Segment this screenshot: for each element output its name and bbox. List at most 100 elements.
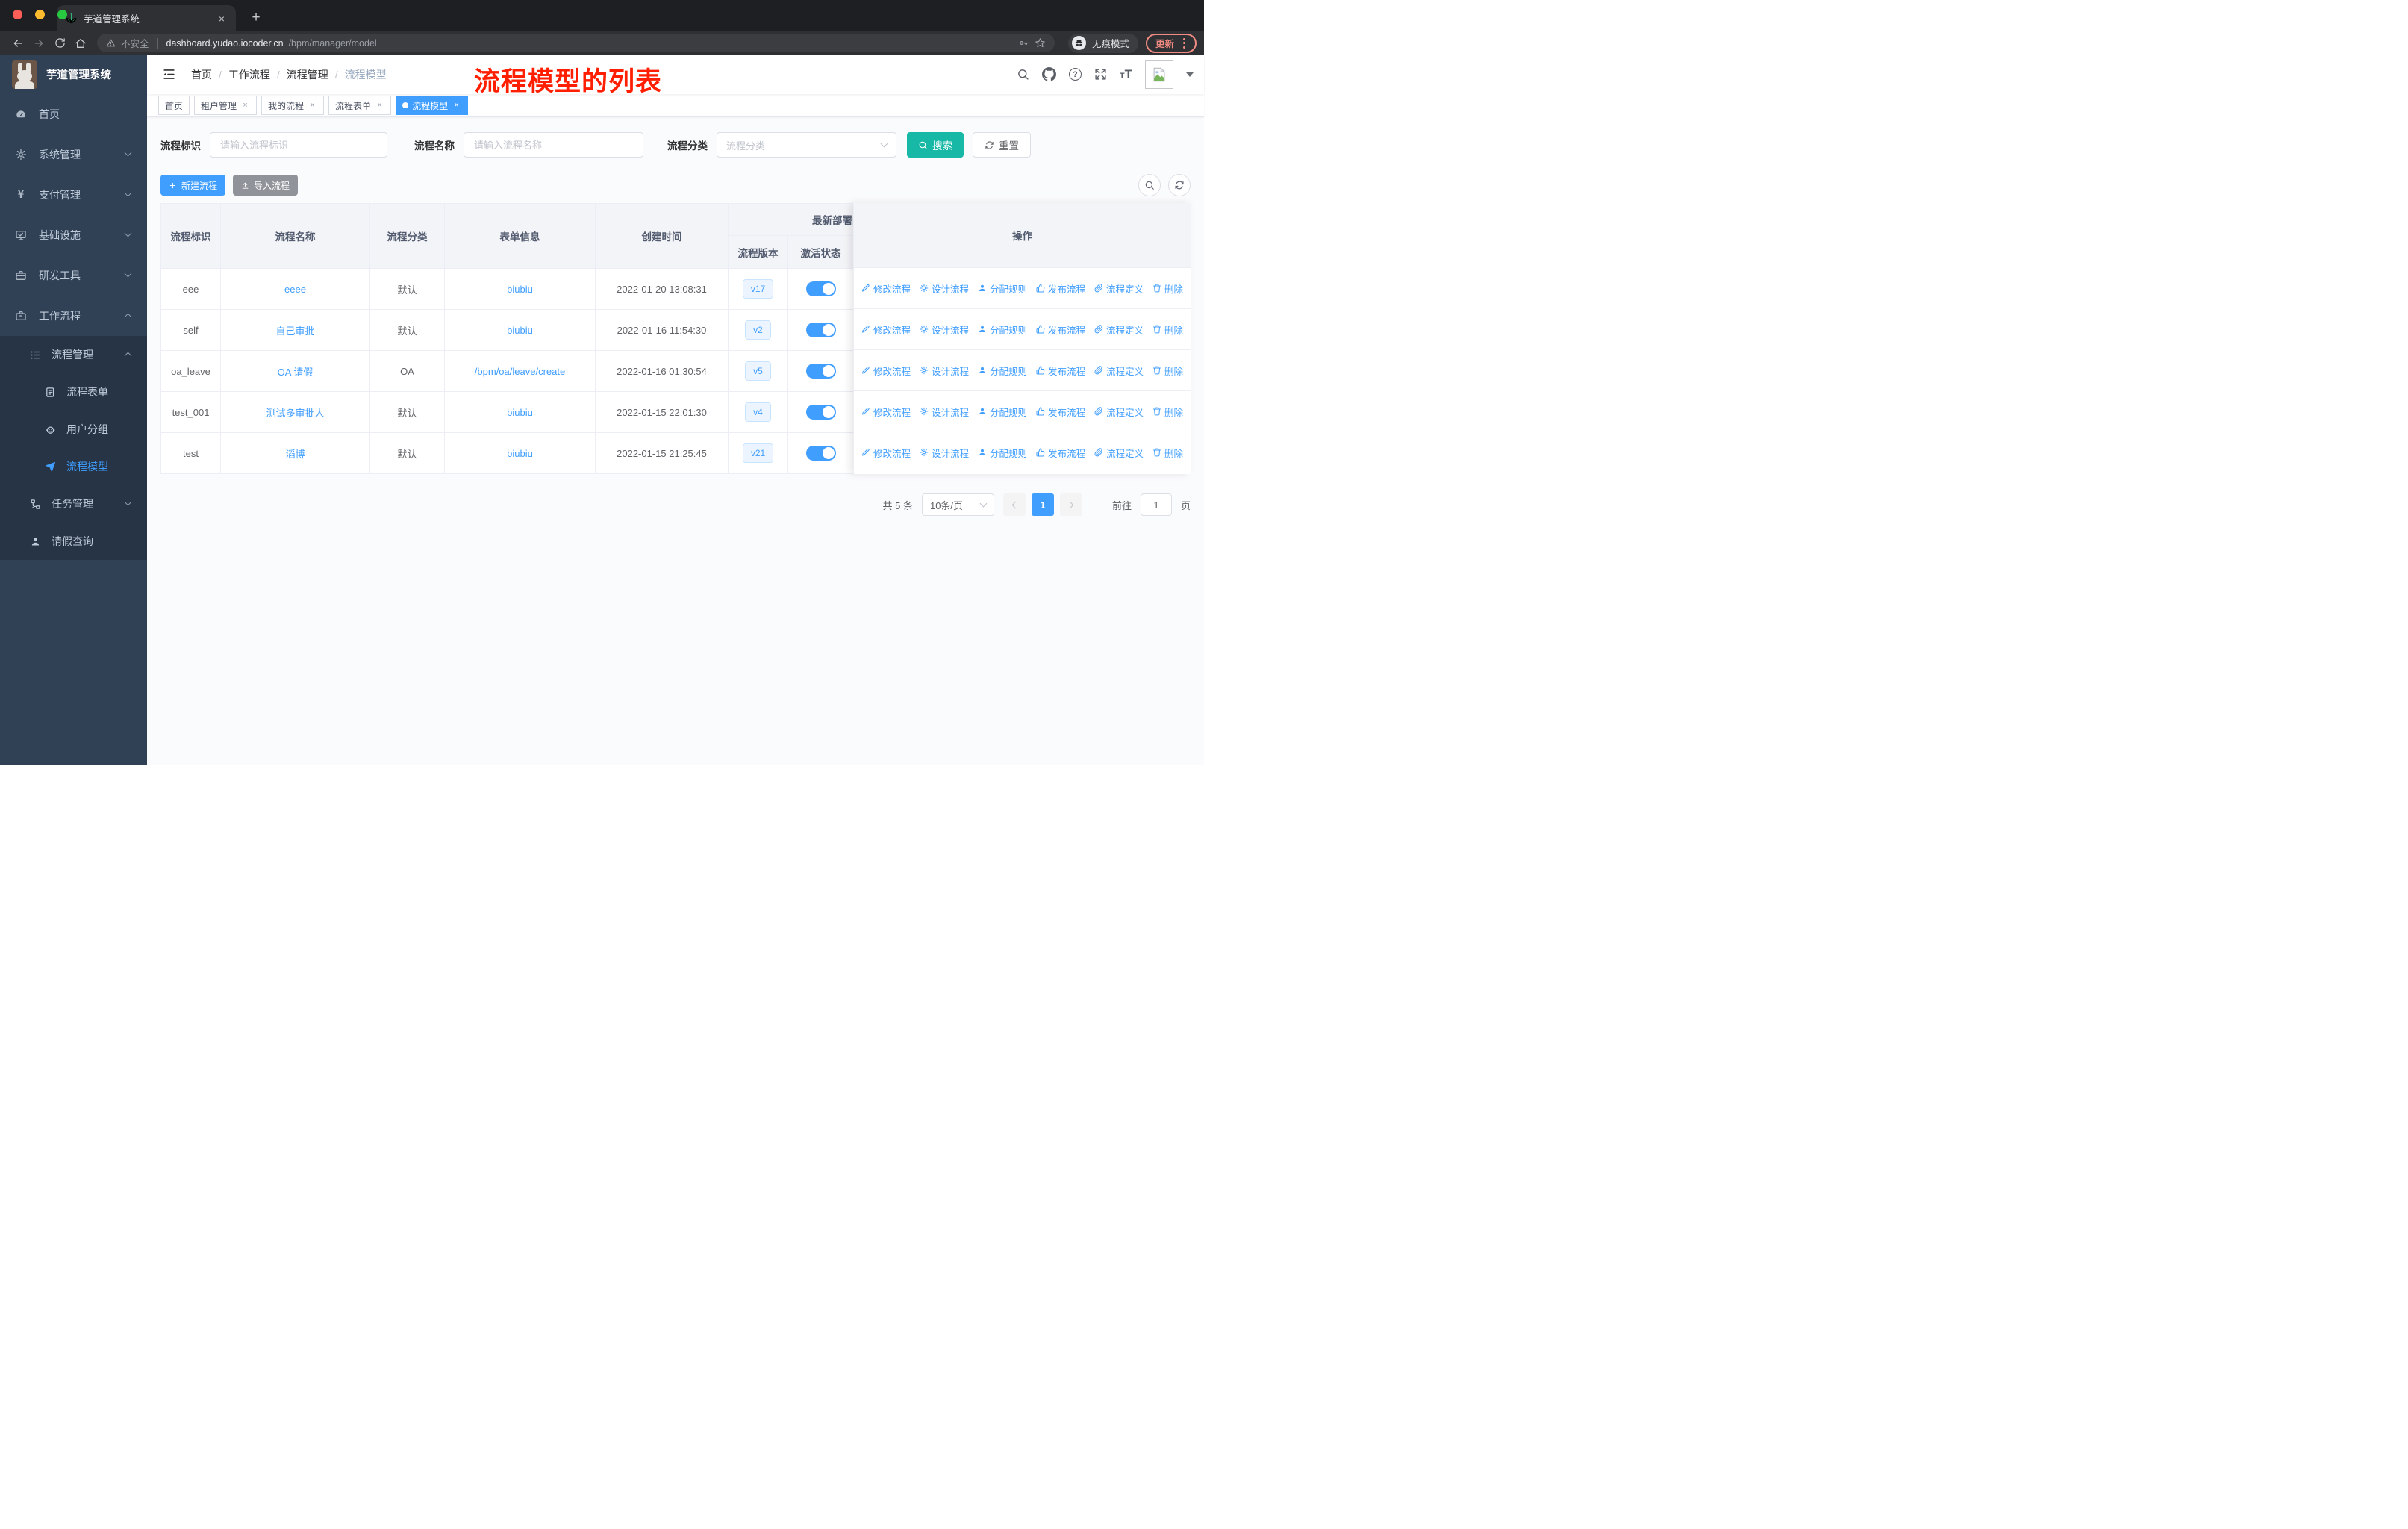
new-tab-button[interactable]: + [246, 10, 266, 26]
design-process-link[interactable]: 设计流程 [920, 364, 969, 378]
tag-process-model[interactable]: 流程模型 × [396, 96, 469, 115]
form-info-link[interactable]: /bpm/oa/leave/create [475, 366, 565, 377]
design-process-link[interactable]: 设计流程 [920, 281, 969, 296]
kebab-menu-icon[interactable] [1182, 37, 1187, 50]
maximize-window-button[interactable] [57, 10, 67, 19]
process-definition-link[interactable]: 流程定义 [1094, 323, 1144, 337]
delete-link[interactable]: 删除 [1152, 281, 1183, 296]
home-icon[interactable] [70, 37, 91, 49]
current-page-button[interactable]: 1 [1031, 493, 1054, 516]
modify-process-link[interactable]: 修改流程 [861, 446, 911, 460]
version-badge[interactable]: v5 [745, 361, 771, 381]
refresh-table-button[interactable] [1168, 174, 1191, 196]
fullscreen-icon[interactable] [1094, 68, 1107, 81]
create-process-button[interactable]: 新建流程 [160, 175, 226, 196]
page-size-select[interactable]: 10条/页 [921, 493, 994, 516]
goto-page-input[interactable] [1140, 493, 1172, 516]
search-button[interactable]: 搜索 [907, 132, 964, 158]
user-avatar[interactable] [1145, 60, 1173, 89]
process-definition-link[interactable]: 流程定义 [1094, 281, 1144, 296]
form-info-link[interactable]: biubiu [507, 448, 533, 459]
active-toggle[interactable] [805, 405, 836, 420]
sidebar-item-process-manage[interactable]: 流程管理 [0, 336, 147, 373]
modify-process-link[interactable]: 修改流程 [861, 364, 911, 378]
form-info-link[interactable]: biubiu [507, 284, 533, 295]
active-toggle[interactable] [805, 281, 836, 296]
assign-rule-link[interactable]: 分配规则 [978, 281, 1027, 296]
form-info-link[interactable]: biubiu [507, 325, 533, 336]
sidebar-item-payment[interactable]: ¥ 支付管理 [0, 175, 147, 215]
import-process-button[interactable]: 导入流程 [233, 175, 299, 196]
modify-process-link[interactable]: 修改流程 [861, 281, 911, 296]
sidebar-item-infra[interactable]: 基础设施 [0, 215, 147, 255]
sidebar-collapse-icon[interactable] [157, 67, 181, 81]
publish-process-link[interactable]: 发布流程 [1036, 281, 1085, 296]
active-toggle[interactable] [805, 323, 836, 337]
process-name-input[interactable] [464, 132, 643, 158]
process-category-select[interactable]: 流程分类 [717, 132, 896, 158]
version-badge[interactable]: v21 [742, 443, 774, 463]
caret-down-icon[interactable] [1186, 72, 1194, 77]
version-badge[interactable]: v2 [745, 320, 771, 340]
sidebar-item-devtools[interactable]: 研发工具 [0, 255, 147, 296]
prev-page-button[interactable] [1002, 493, 1026, 516]
delete-link[interactable]: 删除 [1152, 323, 1183, 337]
show-search-button[interactable] [1138, 174, 1161, 196]
publish-process-link[interactable]: 发布流程 [1036, 446, 1085, 460]
process-name-link[interactable]: OA 请假 [278, 367, 314, 378]
reset-button[interactable]: 重置 [973, 132, 1031, 158]
tag-tenant[interactable]: 租户管理 × [194, 96, 258, 115]
next-page-button[interactable] [1059, 493, 1082, 516]
close-window-button[interactable] [13, 10, 22, 19]
sidebar-item-process-form[interactable]: 流程表单 [0, 373, 147, 411]
security-label[interactable]: 不安全 [121, 36, 149, 50]
breadcrumb-home[interactable]: 首页 [191, 67, 212, 82]
warning-icon[interactable] [106, 38, 116, 48]
font-size-icon[interactable]: TT [1120, 68, 1132, 81]
assign-rule-link[interactable]: 分配规则 [978, 405, 1027, 419]
sidebar-item-system[interactable]: 系统管理 [0, 134, 147, 175]
close-icon[interactable]: × [240, 101, 250, 110]
sidebar-item-task-manage[interactable]: 任务管理 [0, 485, 147, 523]
assign-rule-link[interactable]: 分配规则 [978, 364, 1027, 378]
breadcrumb-process-manage[interactable]: 流程管理 [287, 67, 328, 82]
design-process-link[interactable]: 设计流程 [920, 405, 969, 419]
star-icon[interactable] [1035, 37, 1046, 49]
process-definition-link[interactable]: 流程定义 [1094, 364, 1144, 378]
process-definition-link[interactable]: 流程定义 [1094, 446, 1144, 460]
modify-process-link[interactable]: 修改流程 [861, 323, 911, 337]
modify-process-link[interactable]: 修改流程 [861, 405, 911, 419]
sidebar-item-leave-query[interactable]: 请假查询 [0, 523, 147, 560]
process-name-link[interactable]: 自己审批 [275, 326, 314, 337]
process-definition-link[interactable]: 流程定义 [1094, 405, 1144, 419]
close-icon[interactable]: × [375, 101, 384, 110]
tag-process-form[interactable]: 流程表单 × [328, 96, 392, 115]
close-icon[interactable]: × [308, 101, 317, 110]
publish-process-link[interactable]: 发布流程 [1036, 323, 1085, 337]
reload-icon[interactable] [49, 37, 70, 49]
tag-my-process[interactable]: 我的流程 × [261, 96, 325, 115]
delete-link[interactable]: 删除 [1152, 405, 1183, 419]
design-process-link[interactable]: 设计流程 [920, 323, 969, 337]
delete-link[interactable]: 删除 [1152, 446, 1183, 460]
sidebar-item-home[interactable]: 首页 [0, 94, 147, 134]
key-icon[interactable] [1018, 37, 1029, 49]
help-icon[interactable]: ? [1068, 68, 1082, 81]
version-badge[interactable]: v4 [745, 402, 771, 422]
minimize-window-button[interactable] [35, 10, 45, 19]
publish-process-link[interactable]: 发布流程 [1036, 364, 1085, 378]
active-toggle[interactable] [805, 446, 836, 461]
back-arrow-icon[interactable] [7, 37, 28, 49]
sidebar-item-user-group[interactable]: 用户分组 [0, 411, 147, 448]
publish-process-link[interactable]: 发布流程 [1036, 405, 1085, 419]
process-name-link[interactable]: 测试多审批人 [266, 408, 324, 419]
process-name-link[interactable]: eeee [284, 284, 306, 295]
forward-arrow-icon[interactable] [28, 37, 49, 49]
browser-tab[interactable]: 芋道管理系统 × [57, 5, 236, 31]
delete-link[interactable]: 删除 [1152, 364, 1183, 378]
tag-home[interactable]: 首页 [158, 96, 190, 115]
active-toggle[interactable] [805, 364, 836, 379]
tab-close-icon[interactable]: × [215, 12, 228, 25]
update-button[interactable]: 更新 [1145, 33, 1197, 53]
close-icon[interactable]: × [452, 101, 461, 110]
